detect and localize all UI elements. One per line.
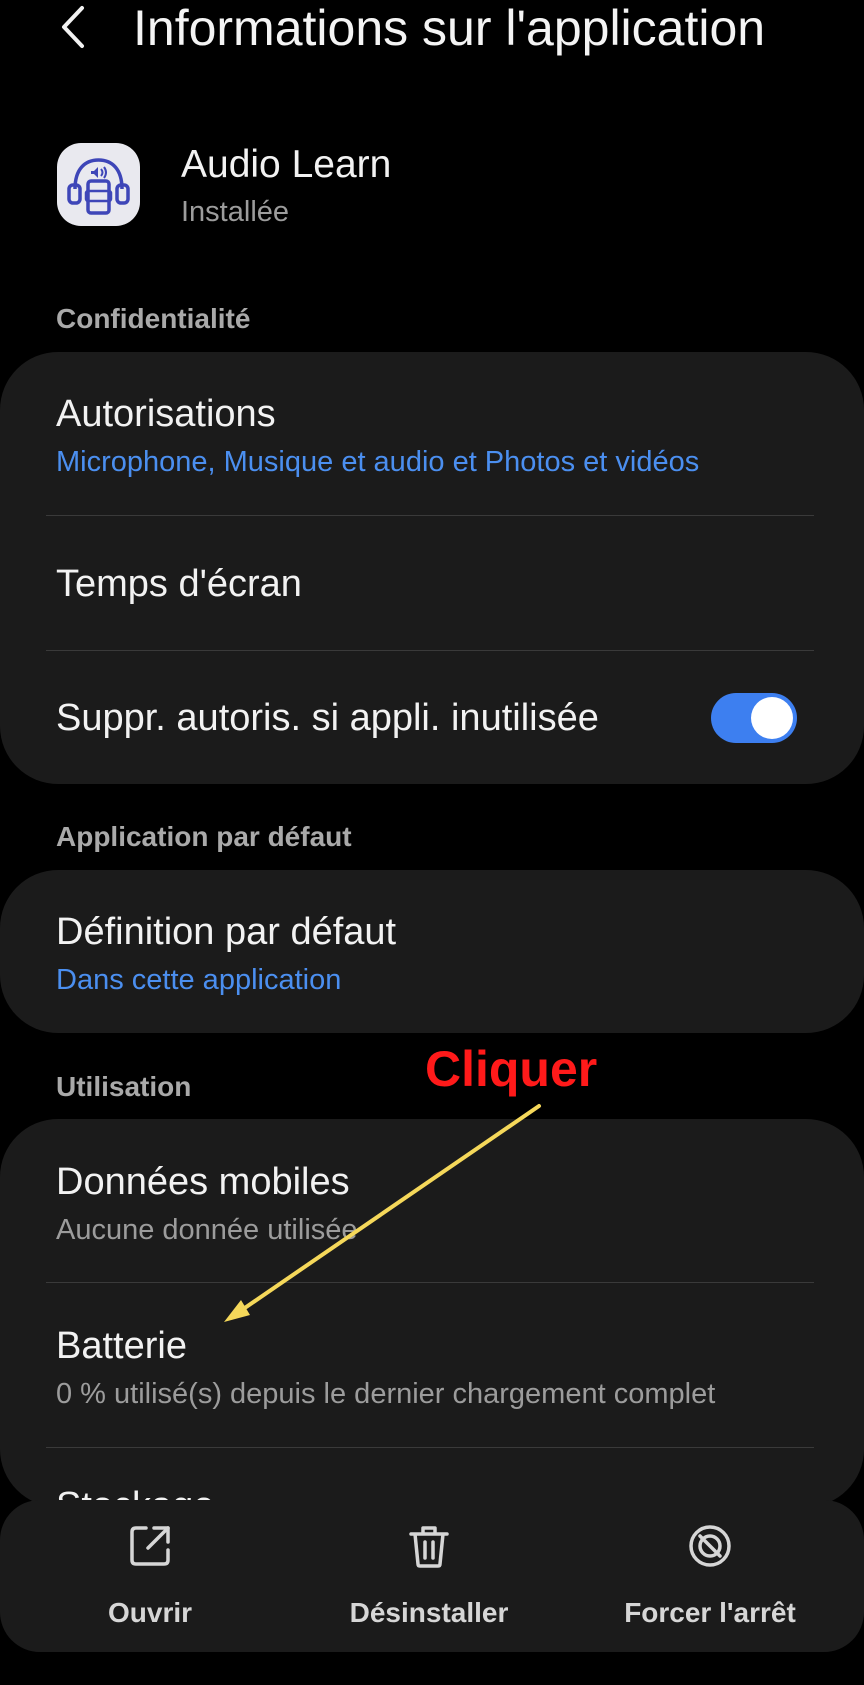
permissions-title: Autorisations [56,393,276,435]
top-app-bar: Informations sur l'application [0,0,864,60]
mobile-data-subtitle: Aucune donnée utilisée [56,1214,358,1246]
open-button[interactable]: Ouvrir [60,1522,240,1632]
force-stop-label: Forcer l'arrêt [624,1597,796,1628]
battery-row[interactable]: Batterie 0 % utilisé(s) depuis le dernie… [0,1283,864,1447]
toggle-knob [751,697,793,739]
app-name: Audio Learn [181,143,392,186]
back-button[interactable] [52,2,96,50]
set-default-title: Définition par défaut [56,911,397,953]
open-external-icon [130,1526,170,1566]
screen-time-row[interactable]: Temps d'écran [0,516,864,650]
section-label-default-app: Application par défaut [56,821,352,852]
set-default-subtitle: Dans cette application [56,964,342,996]
remove-permissions-row[interactable]: Suppr. autoris. si appli. inutilisée [0,651,864,784]
set-default-row[interactable]: Définition par défaut Dans cette applica… [0,870,864,1033]
headphones-phone-icon [67,158,130,215]
chevron-left-icon [62,6,84,48]
page-title: Informations sur l'application [133,0,766,56]
section-label-usage: Utilisation [56,1071,192,1102]
usage-card: Données mobiles Aucune donnée utilisée B… [0,1119,864,1507]
trash-icon [409,1526,449,1568]
permissions-subtitle: Microphone, Musique et audio et Photos e… [56,446,700,478]
permissions-row[interactable]: Autorisations Microphone, Musique et aud… [0,352,864,516]
uninstall-button[interactable]: Désinstaller [329,1522,529,1632]
app-icon [57,143,140,226]
remove-permissions-title: Suppr. autoris. si appli. inutilisée [56,697,599,739]
mobile-data-row[interactable]: Données mobiles Aucune donnée utilisée [0,1119,864,1282]
bottom-action-bar: Ouvrir Désinstaller Forcer l'arrêt [0,1500,864,1652]
force-stop-icon [689,1525,731,1567]
screen-time-title: Temps d'écran [56,563,302,605]
force-stop-button[interactable]: Forcer l'arrêt [600,1522,820,1632]
remove-permissions-toggle[interactable] [711,693,797,743]
section-label-privacy: Confidentialité [56,303,251,334]
open-label: Ouvrir [107,1597,193,1628]
uninstall-label: Désinstaller [349,1597,509,1628]
battery-subtitle: 0 % utilisé(s) depuis le dernier chargem… [56,1378,716,1410]
default-app-card: Définition par défaut Dans cette applica… [0,870,864,1033]
privacy-card: Autorisations Microphone, Musique et aud… [0,352,864,784]
annotation-label: Cliquer [425,1041,598,1097]
battery-title: Batterie [56,1325,187,1367]
mobile-data-title: Données mobiles [56,1161,350,1203]
app-status: Installée [181,196,290,228]
storage-row[interactable]: Stockage [0,1448,864,1507]
